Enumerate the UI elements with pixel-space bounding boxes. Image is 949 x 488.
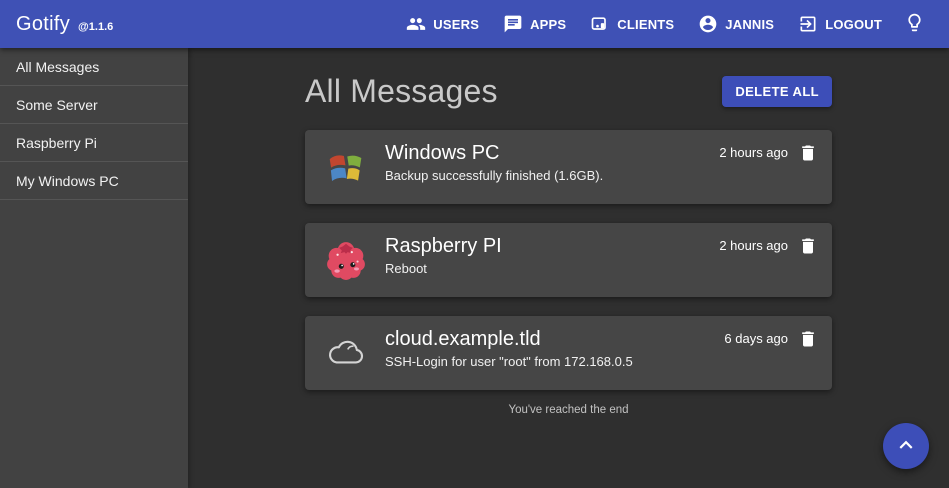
message-meta: 6 days ago bbox=[724, 316, 818, 352]
message-card-raspberry-pi: Raspberry PI Reboot 2 hours ago bbox=[305, 223, 832, 297]
trash-icon bbox=[798, 151, 818, 166]
sidebar-item-my-windows-pc[interactable]: My Windows PC bbox=[0, 162, 188, 200]
delete-message-button[interactable] bbox=[798, 329, 818, 352]
message-text: Raspberry PI Reboot bbox=[385, 223, 719, 276]
app-header: Gotify @1.1.6 USERS APPS CLIENTS JANNIS … bbox=[0, 0, 949, 48]
message-timestamp: 6 days ago bbox=[724, 329, 788, 346]
message-text: cloud.example.tld SSH-Login for user "ro… bbox=[385, 316, 724, 369]
apps-icon bbox=[503, 14, 523, 34]
sidebar-item-all-messages[interactable]: All Messages bbox=[0, 48, 188, 86]
cloud-logo-icon bbox=[325, 332, 367, 374]
message-timestamp: 2 hours ago bbox=[719, 236, 788, 253]
message-title: cloud.example.tld bbox=[385, 327, 724, 351]
chevron-up-icon bbox=[893, 432, 919, 461]
delete-all-button[interactable]: DELETE ALL bbox=[722, 76, 832, 107]
sidebar-item-raspberry-pi[interactable]: Raspberry Pi bbox=[0, 124, 188, 162]
delete-message-button[interactable] bbox=[798, 143, 818, 166]
message-text: Windows PC Backup successfully finished … bbox=[385, 130, 719, 183]
header-nav: USERS APPS CLIENTS JANNIS LOGOUT bbox=[394, 4, 935, 44]
app-version: @1.1.6 bbox=[78, 21, 113, 33]
sidebar-item-label: Raspberry Pi bbox=[16, 135, 97, 151]
brand: Gotify @1.1.6 bbox=[16, 13, 113, 36]
app-title: Gotify bbox=[16, 13, 70, 36]
sidebar-item-label: Some Server bbox=[16, 97, 98, 113]
trash-icon bbox=[798, 244, 818, 259]
message-meta: 2 hours ago bbox=[719, 130, 818, 166]
users-button[interactable]: USERS bbox=[394, 6, 491, 42]
message-body: Backup successfully finished (1.6GB). bbox=[385, 168, 719, 183]
trash-icon bbox=[798, 337, 818, 352]
current-user-button[interactable]: JANNIS bbox=[686, 6, 786, 42]
message-body: SSH-Login for user "root" from 172.168.0… bbox=[385, 354, 724, 369]
delete-message-button[interactable] bbox=[798, 236, 818, 259]
lightbulb-icon bbox=[904, 21, 925, 36]
windows-logo-icon bbox=[325, 146, 367, 188]
title-row: All Messages DELETE ALL bbox=[305, 71, 832, 111]
main-content: All Messages DELETE ALL Windows PC Backu… bbox=[188, 48, 949, 488]
message-card-cloud: cloud.example.tld SSH-Login for user "ro… bbox=[305, 316, 832, 390]
sidebar-item-label: My Windows PC bbox=[16, 173, 119, 189]
current-user-label: JANNIS bbox=[725, 17, 774, 32]
message-card-windows-pc: Windows PC Backup successfully finished … bbox=[305, 130, 832, 204]
clients-icon bbox=[590, 14, 610, 34]
sidebar-item-label: All Messages bbox=[16, 59, 99, 75]
users-label: USERS bbox=[433, 17, 479, 32]
end-of-list-text: You've reached the end bbox=[305, 404, 832, 416]
logout-button[interactable]: LOGOUT bbox=[786, 6, 894, 42]
clients-button[interactable]: CLIENTS bbox=[578, 6, 686, 42]
theme-toggle-button[interactable] bbox=[894, 4, 935, 44]
account-icon bbox=[698, 14, 718, 34]
message-timestamp: 2 hours ago bbox=[719, 143, 788, 160]
apps-label: APPS bbox=[530, 17, 566, 32]
apps-button[interactable]: APPS bbox=[491, 6, 578, 42]
message-title: Raspberry PI bbox=[385, 234, 719, 258]
logout-label: LOGOUT bbox=[825, 17, 882, 32]
sidebar: All Messages Some Server Raspberry Pi My… bbox=[0, 48, 188, 488]
message-meta: 2 hours ago bbox=[719, 223, 818, 259]
raspberry-logo-icon bbox=[325, 239, 367, 281]
clients-label: CLIENTS bbox=[617, 17, 674, 32]
users-icon bbox=[406, 14, 426, 34]
logout-icon bbox=[798, 14, 818, 34]
scroll-to-top-button[interactable] bbox=[883, 423, 929, 469]
sidebar-item-some-server[interactable]: Some Server bbox=[0, 86, 188, 124]
message-title: Windows PC bbox=[385, 141, 719, 165]
page-title: All Messages bbox=[305, 73, 498, 110]
message-body: Reboot bbox=[385, 261, 719, 276]
